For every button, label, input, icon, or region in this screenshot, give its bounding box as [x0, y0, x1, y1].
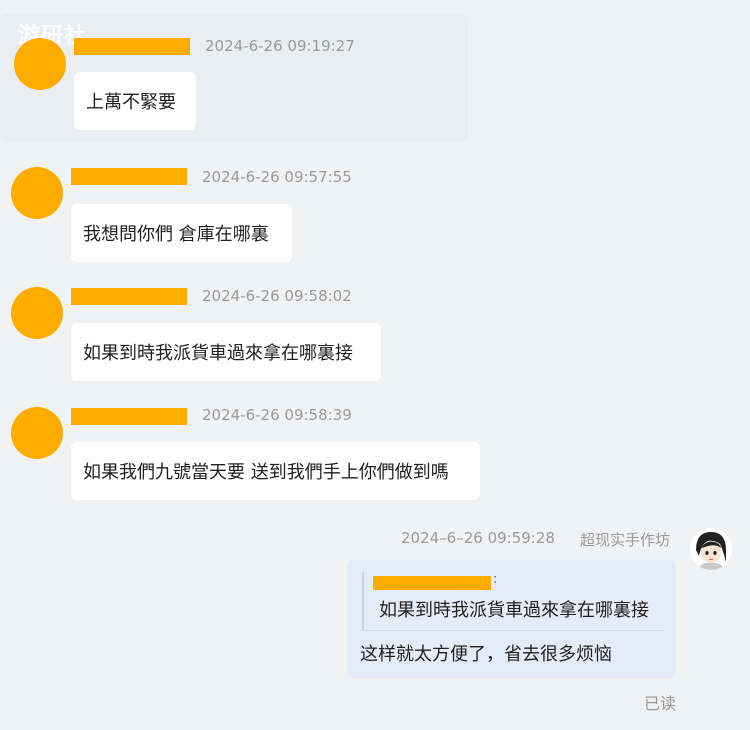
message-timestamp: 2024-6-26 09:58:39 — [202, 406, 352, 424]
quote-divider — [359, 630, 664, 631]
message-timestamp: 2024-6-26 09:19:27 — [205, 37, 355, 55]
quote-colon: : — [493, 572, 498, 587]
anime-avatar-icon — [690, 528, 732, 570]
redacted-quoted-sender — [373, 576, 491, 590]
redacted-sender-name — [71, 408, 187, 425]
avatar[interactable] — [14, 38, 66, 90]
quoted-message-text[interactable]: 如果到時我派貨車過來拿在哪裏接 — [379, 596, 649, 622]
redacted-sender-name — [71, 168, 187, 185]
message-timestamp: 2024-6-26 09:57:55 — [202, 168, 352, 186]
quote-bar — [362, 572, 364, 630]
self-avatar[interactable] — [690, 528, 732, 570]
message-bubble[interactable]: 如果到時我派貨車過來拿在哪裏接 — [71, 323, 381, 381]
self-sender-name: 超现实手作坊 — [580, 531, 671, 549]
avatar[interactable] — [11, 167, 63, 219]
reply-message-text: 这样就太方便了，省去很多烦恼 — [360, 644, 612, 665]
message-bubble[interactable]: 我想問你們 倉庫在哪裏 — [71, 204, 292, 262]
read-status: 已读 — [644, 694, 677, 713]
message-bubble[interactable]: 如果我們九號當天要 送到我們手上你們做到嗎 — [71, 442, 480, 500]
redacted-sender-name — [74, 38, 190, 55]
self-message-timestamp: 2024–6–26 09:59:28 — [401, 529, 555, 547]
self-message-bubble[interactable]: : 如果到時我派貨車過來拿在哪裏接 这样就太方便了，省去很多烦恼 — [347, 560, 676, 678]
redacted-sender-name — [71, 288, 187, 305]
message-bubble[interactable]: 上萬不緊要 — [74, 72, 196, 130]
avatar[interactable] — [11, 287, 63, 339]
avatar[interactable] — [11, 407, 63, 459]
message-timestamp: 2024-6-26 09:58:02 — [202, 287, 352, 305]
